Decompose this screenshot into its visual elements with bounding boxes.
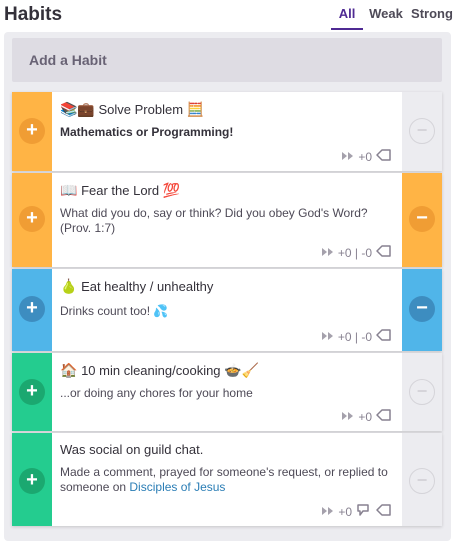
- habit-meta: +0: [322, 503, 392, 520]
- habit-counter: +0 | -0: [337, 245, 372, 260]
- tag-icon[interactable]: [376, 503, 392, 520]
- habit-meta: +0: [342, 408, 392, 425]
- fast-forward-icon: [342, 150, 354, 164]
- tag-icon[interactable]: [376, 328, 392, 345]
- habit-title-emoji: 🍲🧹: [224, 362, 260, 378]
- filter-tabs: All Weak Strong: [331, 0, 455, 30]
- habit-title-text: Eat healthy / unhealthy: [81, 279, 214, 294]
- tag-icon[interactable]: [376, 244, 392, 261]
- habit-title-text: 10 min cleaning/cooking: [81, 363, 221, 378]
- habit-meta: +0 | -0: [321, 244, 392, 261]
- habit-card: + Was social on guild chat. Made a comme…: [12, 433, 442, 526]
- fast-forward-icon: [321, 246, 334, 260]
- habit-up-control: +: [12, 433, 52, 526]
- habit-down-control: −: [402, 173, 442, 267]
- habit-down-control: −: [402, 353, 442, 431]
- tab-weak[interactable]: Weak: [365, 0, 407, 30]
- habit-notes: ...or doing any chores for your home: [60, 386, 253, 400]
- habit-title-emoji: 📖: [60, 182, 78, 198]
- habit-card: + 📖 Fear the Lord 💯 What did you do, say…: [12, 173, 442, 267]
- habit-counter: +0: [358, 409, 372, 424]
- add-habit-placeholder: Add a Habit: [29, 52, 107, 68]
- habit-content[interactable]: 📖 Fear the Lord 💯 What did you do, say o…: [60, 173, 396, 267]
- habit-counter: +0 | -0: [337, 329, 372, 344]
- habit-title-emoji: 🏠: [60, 362, 78, 378]
- habit-title-emoji: 🧮: [186, 101, 205, 117]
- habit-title: Was social on guild chat.: [60, 442, 203, 457]
- header: Habits All Weak Strong: [0, 0, 455, 30]
- habit-card: + 📚💼 Solve Problem 🧮 Mathematics or Prog…: [12, 92, 442, 171]
- habit-title: 📚💼 Solve Problem 🧮: [60, 101, 204, 118]
- challenge-icon[interactable]: [356, 503, 372, 520]
- plus-button[interactable]: +: [19, 468, 45, 494]
- habit-up-control: +: [12, 269, 52, 351]
- habit-title: 🍐 Eat healthy / unhealthy: [60, 278, 213, 295]
- minus-button[interactable]: −: [409, 206, 435, 232]
- minus-button[interactable]: −: [409, 118, 435, 144]
- habit-title-text: Solve Problem: [98, 102, 184, 117]
- habit-content[interactable]: 📚💼 Solve Problem 🧮 Mathematics or Progra…: [60, 92, 396, 171]
- tab-all[interactable]: All: [331, 0, 363, 30]
- tag-icon[interactable]: [376, 148, 392, 165]
- habit-down-control: −: [402, 433, 442, 526]
- fast-forward-icon: [321, 330, 334, 344]
- habit-notes: Drinks count too! 💦: [60, 304, 169, 318]
- minus-button[interactable]: −: [409, 379, 435, 405]
- habit-title-text: Was social on guild chat.: [60, 442, 204, 457]
- habit-title: 📖 Fear the Lord 💯: [60, 182, 180, 199]
- page-title: Habits: [4, 4, 63, 25]
- habit-content[interactable]: 🏠 10 min cleaning/cooking 🍲🧹 ...or doing…: [60, 353, 396, 431]
- habit-down-control: −: [402, 92, 442, 171]
- habit-up-control: +: [12, 353, 52, 431]
- habit-counter: +0: [338, 504, 352, 519]
- habit-title-emoji: 💯: [162, 182, 181, 198]
- tab-strong[interactable]: Strong: [409, 0, 455, 30]
- habit-card: + 🍐 Eat healthy / unhealthy Drinks count…: [12, 269, 442, 351]
- habit-up-control: +: [12, 173, 52, 267]
- fast-forward-icon: [322, 505, 334, 519]
- plus-button[interactable]: +: [19, 118, 45, 144]
- habit-title-emoji: 🍐: [60, 278, 78, 294]
- minus-button[interactable]: −: [409, 468, 435, 494]
- habit-title-emoji: 📚💼: [60, 101, 95, 117]
- habit-counter: +0: [358, 149, 372, 164]
- habit-content[interactable]: 🍐 Eat healthy / unhealthy Drinks count t…: [60, 269, 396, 351]
- habit-notes: What did you do, say or think? Did you o…: [60, 206, 368, 235]
- plus-button[interactable]: +: [19, 379, 45, 405]
- habit-meta: +0 | -0: [321, 328, 392, 345]
- habit-notes: Made a comment, prayed for someone's req…: [60, 465, 396, 495]
- fast-forward-icon: [342, 410, 354, 424]
- add-habit-input[interactable]: Add a Habit: [12, 38, 442, 82]
- plus-button[interactable]: +: [19, 296, 45, 322]
- habit-title-text: Fear the Lord: [81, 183, 160, 198]
- tag-icon[interactable]: [376, 408, 392, 425]
- habit-content[interactable]: Was social on guild chat. Made a comment…: [60, 433, 396, 526]
- habit-card: + 🏠 10 min cleaning/cooking 🍲🧹 ...or doi…: [12, 353, 442, 431]
- guild-link[interactable]: Disciples of Jesus: [129, 480, 225, 494]
- minus-button[interactable]: −: [409, 296, 435, 322]
- habit-title: 🏠 10 min cleaning/cooking 🍲🧹: [60, 362, 259, 379]
- habit-up-control: +: [12, 92, 52, 171]
- habit-notes: Mathematics or Programming!: [60, 125, 234, 139]
- habit-down-control: −: [402, 269, 442, 351]
- plus-button[interactable]: +: [19, 206, 45, 232]
- habit-meta: +0: [342, 148, 392, 165]
